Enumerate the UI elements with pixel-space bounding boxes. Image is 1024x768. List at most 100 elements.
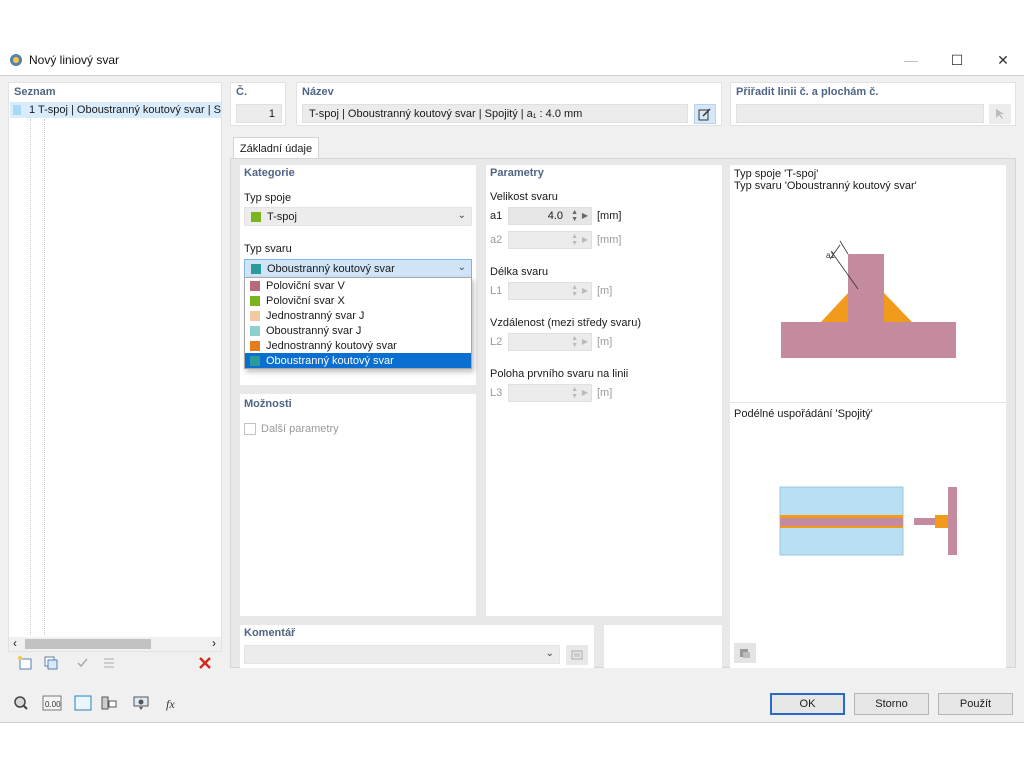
spin-updown-icon[interactable]: ▲ ▼	[571, 209, 578, 223]
scrollbar-thumb[interactable]	[25, 639, 151, 649]
arrow-right-icon[interactable]: ▶	[582, 211, 588, 220]
chevron-down-icon: ⌄	[457, 262, 466, 273]
assign-field[interactable]	[736, 104, 984, 123]
number-label: Č.	[236, 86, 247, 98]
view-button[interactable]	[98, 693, 120, 713]
new-item-button[interactable]	[14, 653, 36, 673]
check-icon	[77, 658, 88, 668]
spin-updown-icon[interactable]: ▲ ▼	[571, 335, 578, 349]
edit-name-button[interactable]	[694, 104, 716, 124]
a2-label: a2	[490, 234, 503, 246]
a1-input[interactable]: 4.0 ▲ ▼ ▶	[508, 207, 592, 225]
edit-icon	[698, 108, 711, 121]
option-label: Poloviční svar V	[266, 279, 345, 292]
delete-icon	[199, 657, 211, 669]
spin-updown-icon[interactable]: ▲ ▼	[571, 386, 578, 400]
render-icon	[740, 649, 750, 658]
pick-lines-button[interactable]	[989, 104, 1011, 124]
tab-basic-data-label: Základní údaje	[239, 142, 313, 155]
number-field[interactable]: 1	[236, 104, 282, 123]
copy-item-button[interactable]	[40, 653, 62, 673]
joint-type-swatch	[251, 211, 261, 222]
list-title: Seznam	[14, 86, 56, 98]
option-label: Jednostranný koutový svar	[266, 339, 397, 352]
dropdown-option[interactable]: Poloviční svar V	[245, 278, 471, 293]
visibility-button[interactable]	[130, 693, 152, 713]
name-label: Název	[302, 86, 334, 98]
assign-panel: Přiřadit linii č. a plochám č.	[730, 82, 1016, 126]
arrow-right-icon[interactable]: ▶	[582, 235, 588, 244]
l2-input[interactable]: ▲ ▼ ▶	[508, 333, 592, 351]
cancel-button[interactable]: Storno	[854, 693, 929, 715]
list-item[interactable]: 1 T-spoj | Oboustranný koutový svar | S	[10, 102, 221, 118]
scroll-right-icon[interactable]: ›	[212, 636, 216, 650]
preview-options-button[interactable]	[734, 643, 756, 663]
number-panel: Č. 1	[230, 82, 286, 126]
cross-section-drawing: a1	[781, 240, 956, 358]
joint-type-value: T-spoj	[267, 210, 297, 223]
search-button[interactable]	[10, 693, 32, 713]
dropdown-option[interactable]: Jednostranný koutový svar	[245, 338, 471, 353]
horizontal-scrollbar[interactable]: ‹ ›	[9, 636, 221, 651]
a2-input[interactable]: ▲ ▼ ▶	[508, 231, 592, 249]
minimize-icon: —	[904, 52, 918, 68]
dropdown-option[interactable]: Poloviční svar X	[245, 293, 471, 308]
name-field[interactable]: T-spoj | Oboustranný koutový svar | Spoj…	[302, 104, 688, 123]
option-swatch	[250, 295, 260, 306]
check-button[interactable]	[72, 653, 94, 673]
first-position-label: Poloha prvního svaru na linii	[490, 368, 629, 380]
l1-input[interactable]: ▲ ▼ ▶	[508, 282, 592, 300]
close-button[interactable]: ✕	[980, 45, 1024, 75]
search-icon	[14, 696, 28, 710]
scroll-left-icon[interactable]: ‹	[13, 636, 17, 650]
dropdown-option[interactable]: Oboustranný svar J	[245, 323, 471, 338]
a1-value: 4.0	[547, 210, 563, 222]
options-panel: Možnosti Další parametry	[240, 394, 476, 616]
option-swatch	[250, 280, 260, 291]
comment-input[interactable]: ⌄	[244, 645, 560, 664]
list-item-label: 1 T-spoj | Oboustranný koutový svar | S	[29, 104, 221, 116]
a1-label: a1	[490, 210, 503, 222]
eye-icon	[133, 696, 149, 710]
units-button[interactable]: 0.00	[41, 693, 63, 713]
weld-type-select[interactable]: Oboustranný koutový svar ⌄	[244, 259, 472, 278]
name-value: T-spoj | Oboustranný koutový svar | Spoj…	[309, 107, 583, 120]
option-swatch	[250, 340, 260, 351]
comment-library-button[interactable]	[566, 645, 588, 665]
l3-label: L3	[490, 387, 503, 399]
number-value: 1	[268, 107, 275, 120]
arrow-right-icon[interactable]: ▶	[582, 286, 588, 295]
tab-basic-data[interactable]: Základní údaje	[233, 137, 319, 159]
l3-input[interactable]: ▲ ▼ ▶	[508, 384, 592, 402]
list-panel: Seznam 1 T-spoj | Oboustranný koutový sv…	[8, 82, 222, 652]
joint-type-select[interactable]: T-spoj ⌄	[244, 207, 472, 226]
arrow-right-icon[interactable]: ▶	[582, 337, 588, 346]
ok-label: OK	[799, 698, 816, 710]
weld-type-label: Typ svaru	[244, 243, 292, 255]
svg-text:fx: fx	[166, 697, 175, 711]
formula-button[interactable]: fx	[162, 693, 184, 713]
cancel-label: Storno	[875, 698, 908, 710]
formula-icon: fx	[166, 697, 175, 711]
spin-updown-icon[interactable]: ▲ ▼	[571, 233, 578, 247]
maximize-button[interactable]: ☐	[934, 45, 980, 75]
minimize-button[interactable]: —	[888, 45, 934, 75]
sort-button[interactable]	[98, 653, 120, 673]
ok-button[interactable]: OK	[770, 693, 845, 715]
more-params-checkbox[interactable]	[244, 423, 256, 435]
dialog-body: Seznam 1 T-spoj | Oboustranný koutový sv…	[0, 75, 1024, 723]
l3-unit: [m]	[597, 387, 613, 399]
color-button[interactable]	[72, 693, 94, 713]
longitudinal-caption: Podélné uspořádání 'Spojitý'	[734, 408, 873, 420]
l1-label: L1	[490, 285, 503, 297]
delete-button[interactable]	[194, 653, 216, 673]
spin-updown-icon[interactable]: ▲ ▼	[571, 284, 578, 298]
maximize-icon: ☐	[950, 51, 964, 68]
option-label: Poloviční svar X	[266, 294, 345, 307]
longitudinal-drawing	[779, 486, 957, 556]
apply-button[interactable]: Použít	[938, 693, 1013, 715]
dropdown-option-selected[interactable]: Oboustranný koutový svar	[245, 353, 471, 368]
chevron-down-icon: ⌄	[457, 210, 466, 221]
arrow-right-icon[interactable]: ▶	[582, 388, 588, 397]
dropdown-option[interactable]: Jednostranný svar J	[245, 308, 471, 323]
